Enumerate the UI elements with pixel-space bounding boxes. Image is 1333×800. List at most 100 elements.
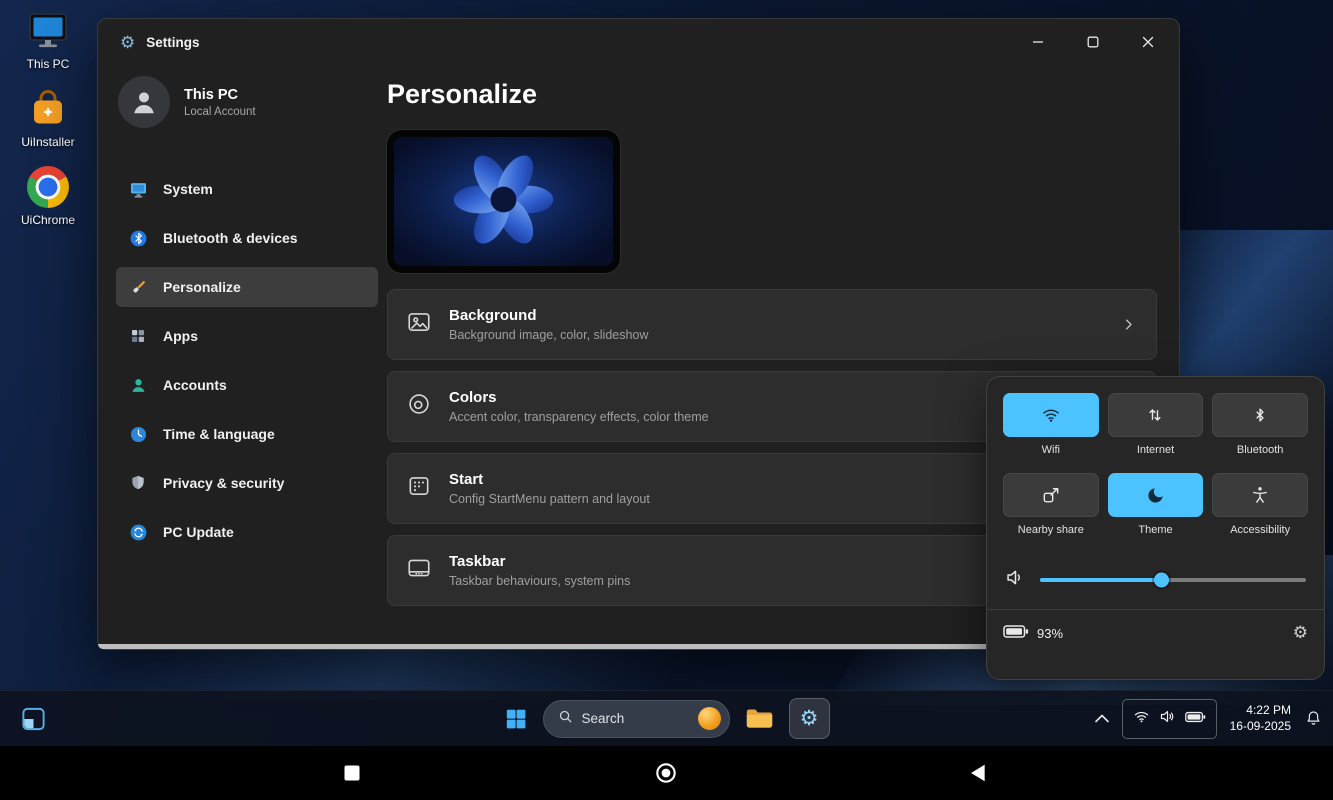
update-icon [128,522,148,542]
folder-icon [745,706,774,731]
battery-icon [1003,624,1029,642]
background-image-icon [406,309,432,340]
theme-tile[interactable] [1108,473,1204,517]
tile-label: Wifi [1003,444,1099,456]
accounts-icon [128,375,148,395]
bloom-wallpaper-image [394,137,613,266]
speaker-icon [1005,567,1026,593]
quick-settings-tiles: Wifi Internet Bluetooth Nearby share [1003,393,1308,553]
tile-label: Nearby share [1003,524,1099,536]
close-button[interactable] [1133,27,1163,57]
file-explorer-button[interactable] [745,706,774,731]
clock-time: 4:22 PM [1230,703,1291,719]
taskbar: Search ⚙ [0,690,1333,746]
sidebar-item-bluetooth-devices[interactable]: Bluetooth & devices [116,218,378,258]
accessibility-tile[interactable] [1212,473,1308,517]
desktop-icon-this-pc[interactable]: This PC [10,8,86,71]
page-title: Personalize [387,79,1157,110]
settings-sidebar: This PC Local Account System Bluetooth &… [116,76,378,561]
nearby-share-tile[interactable] [1003,473,1099,517]
account-card: This PC Local Account [116,76,378,128]
sidebar-item-apps[interactable]: Apps [116,316,378,356]
settings-taskbar-button[interactable]: ⚙ [789,698,830,739]
row-title: Start [449,471,650,488]
volume-control [1005,567,1306,593]
sidebar-item-pc-update[interactable]: PC Update [116,512,378,552]
sidebar-item-label: PC Update [163,524,234,540]
recents-button[interactable] [345,766,360,781]
desktop-icon-label: This PC [10,57,86,71]
home-button[interactable] [655,762,678,785]
sidebar-item-personalize[interactable]: Personalize [116,267,378,307]
avatar [118,76,170,128]
titlebar[interactable]: ⚙ Settings [98,19,1179,65]
sidebar-item-label: Time & language [163,426,275,442]
back-triangle-icon [970,764,986,783]
sidebar-item-label: Privacy & security [163,475,284,491]
settings-app-icon: ⚙ [120,34,135,51]
sidebar-item-label: System [163,181,213,197]
chrome-icon [24,164,72,210]
taskbar-clock[interactable]: 4:22 PM 16-09-2025 [1230,703,1291,734]
clock-date: 16-09-2025 [1230,719,1291,735]
speaker-icon [1159,708,1176,730]
wifi-icon [1041,405,1061,425]
wifi-tile[interactable] [1003,393,1099,437]
maximize-icon [1087,36,1099,48]
desktop-icon-uichrome[interactable]: UiChrome [10,164,86,227]
colors-icon [406,391,432,422]
wallpaper-preview [387,130,620,273]
notifications-bell-icon[interactable] [1304,709,1323,728]
taskbar-center: Search ⚙ [504,691,830,746]
internet-arrows-icon [1145,405,1165,425]
volume-slider[interactable] [1040,572,1306,588]
desktop-icons: This PC UiInstaller UiChrome [10,8,86,227]
apps-icon [128,326,148,346]
tile-label: Accessibility [1212,524,1308,536]
system-tray: 4:22 PM 16-09-2025 [1095,691,1323,746]
this-pc-icon [24,8,72,54]
sidebar-item-accounts[interactable]: Accounts [116,365,378,405]
window-title: Settings [146,35,199,50]
windows-logo-icon [504,707,528,731]
bluetooth-tile[interactable] [1212,393,1308,437]
row-title: Colors [449,389,709,406]
minimize-button[interactable] [1023,27,1053,57]
search-icon [558,709,573,729]
sidebar-item-label: Personalize [163,279,241,295]
search-label: Search [582,711,625,726]
search-box[interactable]: Search [543,700,730,738]
chevron-right-icon [1121,317,1136,332]
back-button[interactable] [970,764,986,783]
sidebar-item-time-language[interactable]: Time & language [116,414,378,454]
maximize-button[interactable] [1078,27,1108,57]
sidebar-item-privacy-security[interactable]: Privacy & security [116,463,378,503]
wifi-icon [1133,708,1150,730]
tile-label: Internet [1108,444,1204,456]
row-subtitle: Accent color, transparency effects, colo… [449,410,709,424]
gear-icon[interactable]: ⚙ [1293,623,1308,643]
sidebar-item-label: Accounts [163,377,227,393]
gear-icon: ⚙ [800,706,819,731]
quick-settings-footer: 93% ⚙ [1003,610,1308,656]
quick-settings-panel: Wifi Internet Bluetooth Nearby share [986,376,1325,680]
tray-chevron-up-icon[interactable] [1095,714,1109,723]
volume-slider-thumb[interactable] [1154,573,1169,588]
nearby-share-icon [1041,485,1061,505]
window-controls [1023,27,1163,57]
internet-tile[interactable] [1108,393,1204,437]
settings-row-background[interactable]: Background Background image, color, slid… [387,289,1157,360]
home-circle-icon [655,762,678,785]
account-name: This PC [184,87,256,103]
start-button[interactable] [504,707,528,731]
desktop-icon-uiinstaller[interactable]: UiInstaller [10,86,86,149]
account-type: Local Account [184,106,256,118]
network-volume-battery-group[interactable] [1122,699,1217,739]
brush-icon [128,277,148,297]
sidebar-item-system[interactable]: System [116,169,378,209]
row-title: Background [449,307,648,324]
installer-bag-icon [24,86,72,132]
search-highlights-icon [698,707,721,730]
battery-percent: 93% [1037,626,1063,641]
widgets-button[interactable] [20,705,47,732]
